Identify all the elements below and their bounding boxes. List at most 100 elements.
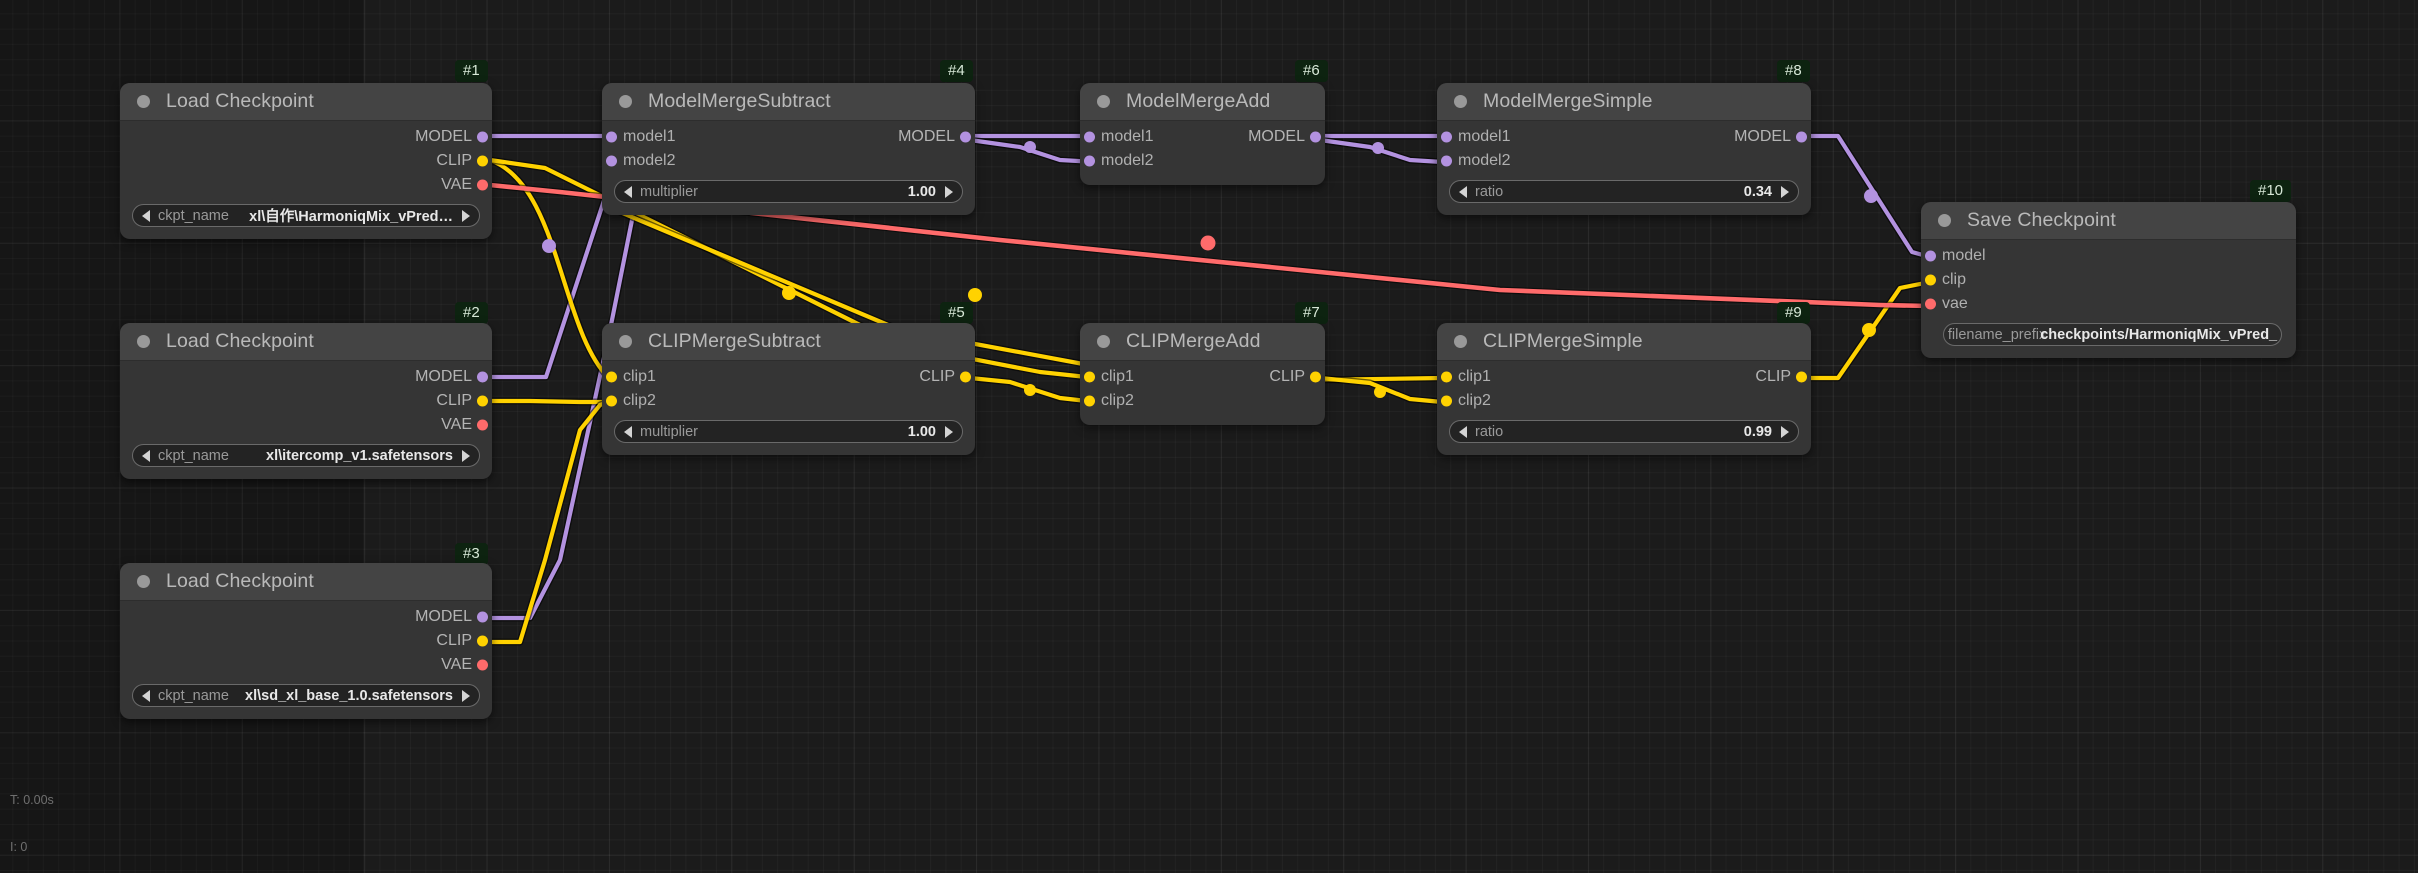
- widget-ckpt-name[interactable]: ckpt_name xl\itercomp_v1.safetensors: [132, 444, 480, 467]
- output-port-model[interactable]: [1796, 131, 1807, 143]
- decrement-arrow-icon[interactable]: [142, 449, 150, 462]
- output-port-clip[interactable]: [477, 395, 488, 407]
- output-slot-vae[interactable]: VAE: [120, 173, 492, 197]
- input-slot-model2[interactable]: model2: [1080, 149, 1325, 173]
- node-title-bar[interactable]: Save Checkpoint: [1921, 202, 2296, 240]
- input-slot-clip1[interactable]: clip1 CLIP: [602, 365, 975, 389]
- node-model-merge-add[interactable]: ModelMergeAdd model1 MODEL model2: [1080, 83, 1325, 185]
- increment-arrow-icon[interactable]: [462, 209, 470, 222]
- node-collapse-icon[interactable]: [137, 335, 150, 348]
- widget-ratio[interactable]: ratio 0.34: [1449, 180, 1799, 203]
- widget-ckpt-name[interactable]: ckpt_name xl\自作\HarmoniqMix_vPred…: [132, 204, 480, 227]
- node-title-bar[interactable]: CLIPMergeSubtract: [602, 323, 975, 361]
- node-title-bar[interactable]: CLIPMergeAdd: [1080, 323, 1325, 361]
- output-slot-clip[interactable]: CLIP: [120, 149, 492, 173]
- output-port-vae[interactable]: [477, 179, 488, 191]
- input-slot-model2[interactable]: model2: [1437, 149, 1811, 173]
- node-collapse-icon[interactable]: [619, 335, 632, 348]
- widget-filename-prefix[interactable]: filename_prefix checkpoints/HarmoniqMix_…: [1943, 323, 2282, 346]
- node-collapse-icon[interactable]: [619, 95, 632, 108]
- input-port-clip[interactable]: [1925, 274, 1936, 286]
- decrement-arrow-icon[interactable]: [624, 185, 632, 198]
- input-slot-vae[interactable]: vae: [1921, 292, 2296, 316]
- input-port-clip2[interactable]: [1441, 395, 1452, 407]
- increment-arrow-icon[interactable]: [462, 449, 470, 462]
- input-port-clip1[interactable]: [1441, 371, 1452, 383]
- widget-multiplier[interactable]: multiplier 1.00: [614, 420, 963, 443]
- input-port-model1[interactable]: [606, 131, 617, 143]
- node-title-bar[interactable]: ModelMergeAdd: [1080, 83, 1325, 121]
- widget-multiplier[interactable]: multiplier 1.00: [614, 180, 963, 203]
- input-slot-model1[interactable]: model1 MODEL: [602, 125, 975, 149]
- node-collapse-icon[interactable]: [137, 95, 150, 108]
- increment-arrow-icon[interactable]: [945, 185, 953, 198]
- increment-arrow-icon[interactable]: [945, 425, 953, 438]
- input-slot-clip2[interactable]: clip2: [1437, 389, 1811, 413]
- output-slot-vae[interactable]: VAE: [120, 413, 492, 437]
- output-port-model[interactable]: [477, 131, 488, 143]
- output-port-model[interactable]: [477, 611, 488, 623]
- increment-arrow-icon[interactable]: [1781, 185, 1789, 198]
- input-port-model1[interactable]: [1084, 131, 1095, 143]
- input-port-model[interactable]: [1925, 250, 1936, 262]
- output-slot-clip[interactable]: CLIP: [120, 629, 492, 653]
- decrement-arrow-icon[interactable]: [624, 425, 632, 438]
- input-port-model1[interactable]: [1441, 131, 1452, 143]
- output-port-model[interactable]: [1310, 131, 1321, 143]
- widget-ckpt-name[interactable]: ckpt_name xl\sd_xl_base_1.0.safetensors: [132, 684, 480, 707]
- node-title-bar[interactable]: Load Checkpoint: [120, 563, 492, 601]
- output-port-vae[interactable]: [477, 419, 488, 431]
- decrement-arrow-icon[interactable]: [1459, 185, 1467, 198]
- node-collapse-icon[interactable]: [1938, 214, 1951, 227]
- node-collapse-icon[interactable]: [137, 575, 150, 588]
- node-title-bar[interactable]: ModelMergeSimple: [1437, 83, 1811, 121]
- node-clip-merge-add[interactable]: CLIPMergeAdd clip1 CLIP clip2: [1080, 323, 1325, 425]
- node-title-bar[interactable]: Load Checkpoint: [120, 323, 492, 361]
- output-port-clip[interactable]: [1796, 371, 1807, 383]
- node-collapse-icon[interactable]: [1097, 95, 1110, 108]
- increment-arrow-icon[interactable]: [462, 689, 470, 702]
- node-collapse-icon[interactable]: [1097, 335, 1110, 348]
- input-port-model2[interactable]: [1441, 155, 1452, 167]
- output-slot-model[interactable]: MODEL: [120, 605, 492, 629]
- input-slot-model1[interactable]: model1 MODEL: [1080, 125, 1325, 149]
- output-port-clip[interactable]: [960, 371, 971, 383]
- input-port-vae[interactable]: [1925, 298, 1936, 310]
- increment-arrow-icon[interactable]: [1781, 425, 1789, 438]
- input-port-model2[interactable]: [606, 155, 617, 167]
- node-title-bar[interactable]: CLIPMergeSimple: [1437, 323, 1811, 361]
- input-port-clip2[interactable]: [606, 395, 617, 407]
- input-port-clip2[interactable]: [1084, 395, 1095, 407]
- node-collapse-icon[interactable]: [1454, 335, 1467, 348]
- node-save-checkpoint[interactable]: Save Checkpoint model clip vae filename_…: [1921, 202, 2296, 358]
- input-slot-model1[interactable]: model1 MODEL: [1437, 125, 1811, 149]
- input-port-model2[interactable]: [1084, 155, 1095, 167]
- output-port-clip[interactable]: [477, 635, 488, 647]
- decrement-arrow-icon[interactable]: [142, 209, 150, 222]
- input-slot-clip2[interactable]: clip2: [602, 389, 975, 413]
- node-title-bar[interactable]: ModelMergeSubtract: [602, 83, 975, 121]
- output-port-clip[interactable]: [1310, 371, 1321, 383]
- node-load-checkpoint-3[interactable]: Load Checkpoint MODEL CLIP VAE ckpt_name…: [120, 563, 492, 719]
- output-slot-vae[interactable]: VAE: [120, 653, 492, 677]
- decrement-arrow-icon[interactable]: [1459, 425, 1467, 438]
- output-port-model[interactable]: [477, 371, 488, 383]
- output-port-model[interactable]: [960, 131, 971, 143]
- node-model-merge-simple[interactable]: ModelMergeSimple model1 MODEL model2 rat…: [1437, 83, 1811, 215]
- input-slot-model[interactable]: model: [1921, 244, 2296, 268]
- output-slot-clip[interactable]: CLIP: [120, 389, 492, 413]
- node-title-bar[interactable]: Load Checkpoint: [120, 83, 492, 121]
- output-port-vae[interactable]: [477, 659, 488, 671]
- node-load-checkpoint-2[interactable]: Load Checkpoint MODEL CLIP VAE ckpt_name…: [120, 323, 492, 479]
- output-slot-model[interactable]: MODEL: [120, 125, 492, 149]
- node-load-checkpoint-1[interactable]: Load Checkpoint MODEL CLIP VAE ckpt_name…: [120, 83, 492, 239]
- decrement-arrow-icon[interactable]: [142, 689, 150, 702]
- output-port-clip[interactable]: [477, 155, 488, 167]
- output-slot-model[interactable]: MODEL: [120, 365, 492, 389]
- input-slot-clip[interactable]: clip: [1921, 268, 2296, 292]
- widget-ratio[interactable]: ratio 0.99: [1449, 420, 1799, 443]
- node-model-merge-subtract[interactable]: ModelMergeSubtract model1 MODEL model2 m…: [602, 83, 975, 215]
- node-collapse-icon[interactable]: [1454, 95, 1467, 108]
- input-port-clip1[interactable]: [1084, 371, 1095, 383]
- input-slot-clip1[interactable]: clip1 CLIP: [1437, 365, 1811, 389]
